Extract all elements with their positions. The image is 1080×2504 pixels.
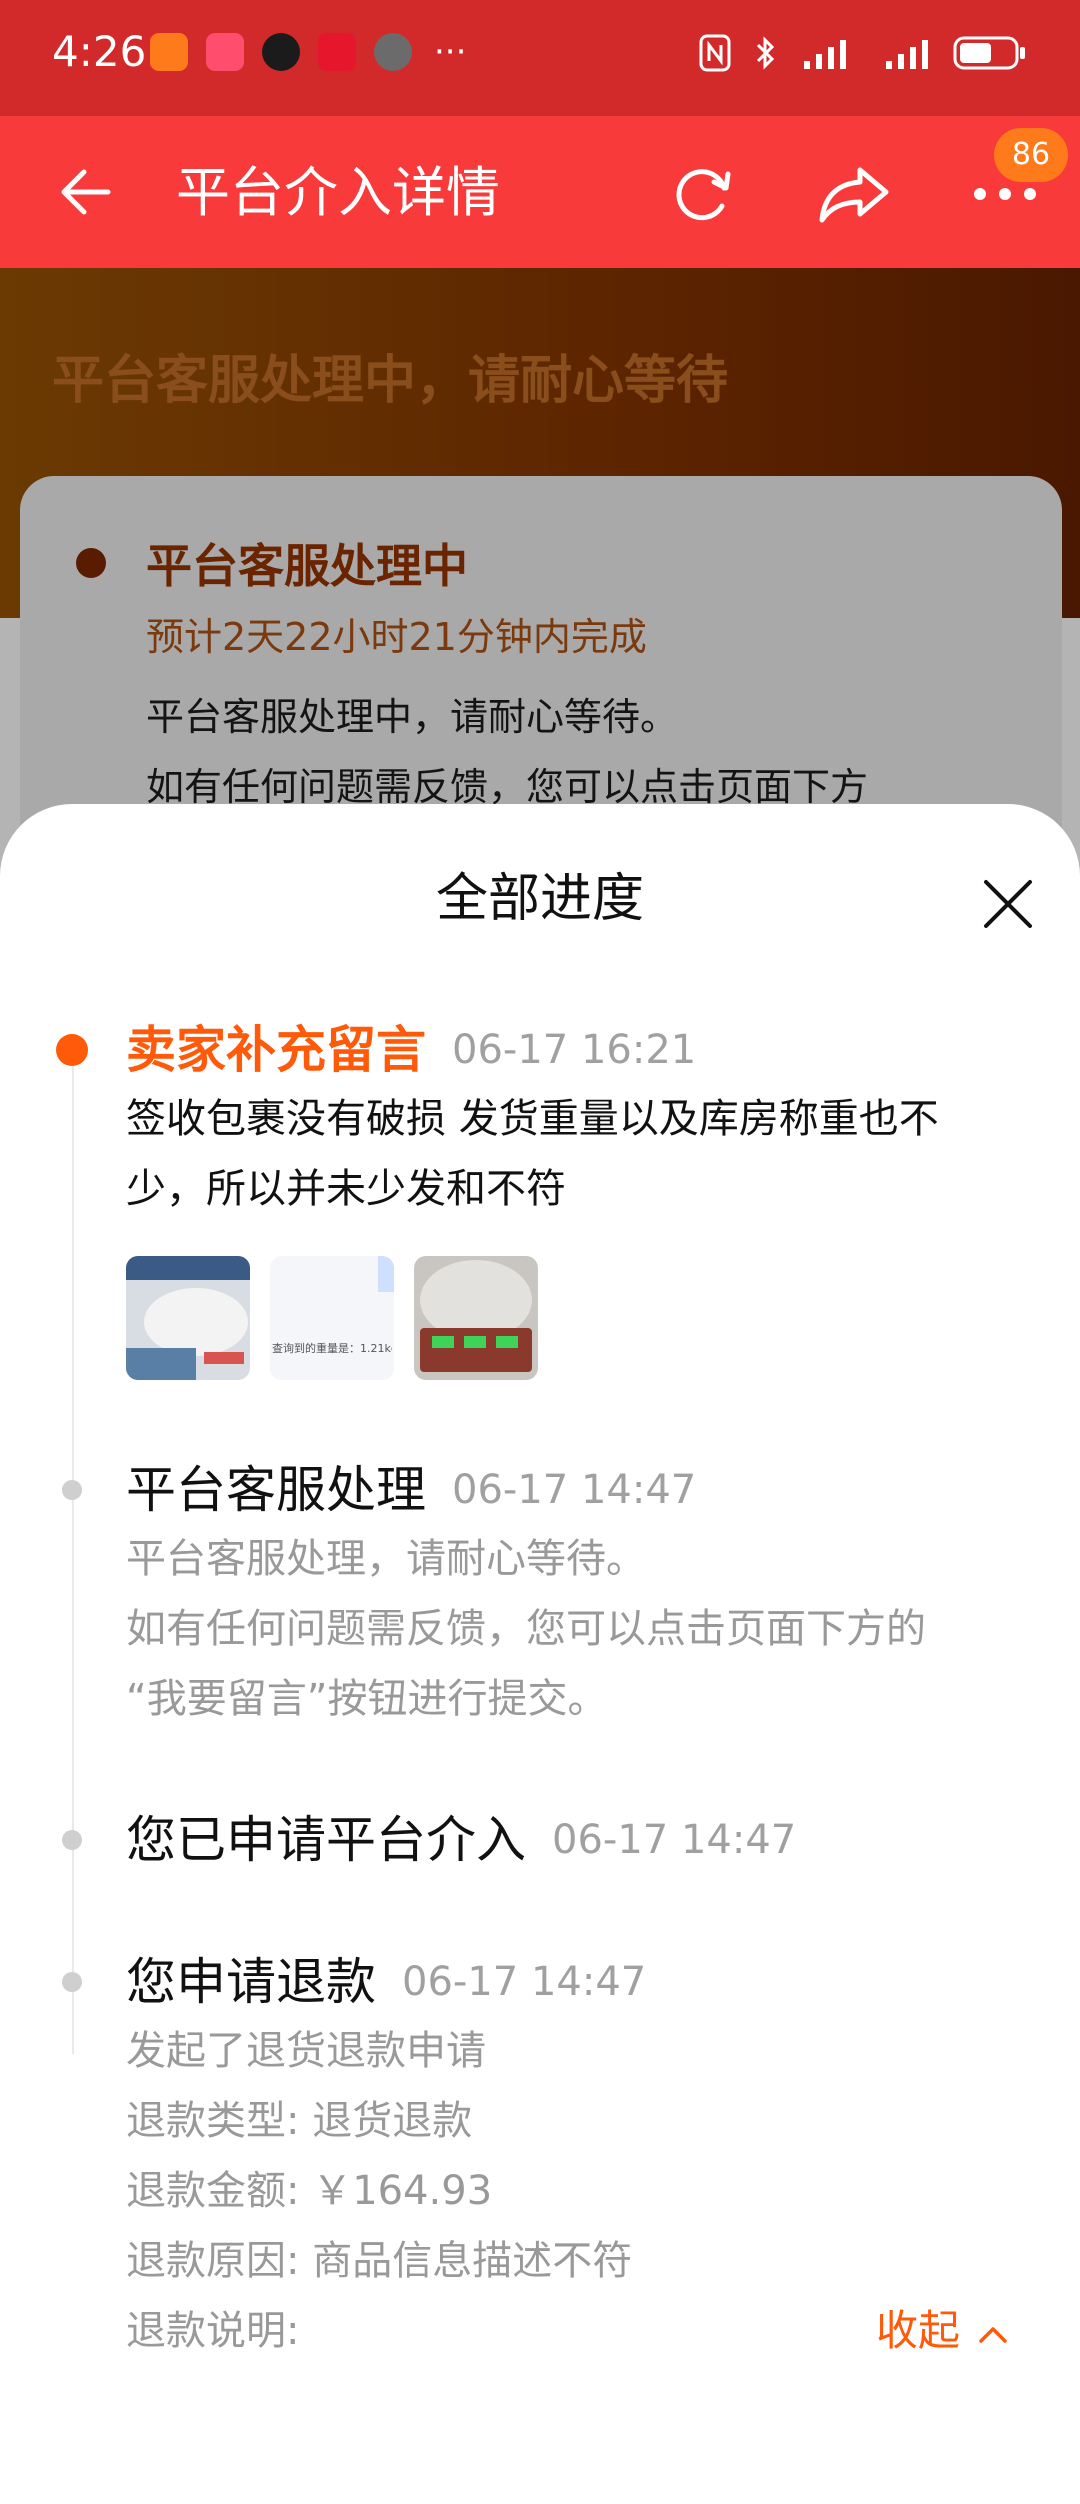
event-text: 如有任何问题需反馈，您可以点击页面下方的 [126, 1606, 926, 1652]
event-text: 少，所以并未少发和不符 [126, 1166, 566, 1212]
timeline-dot-active [56, 1034, 88, 1066]
event-time: 06-17 14:47 [552, 1817, 797, 1863]
misc-app-icon [374, 33, 412, 71]
event-text: 平台客服处理，请耐心等待。 [126, 1536, 646, 1582]
event-title: 您申请退款 [126, 1953, 376, 2011]
collapse-button[interactable]: 收起 [876, 2296, 1009, 2366]
notification-badge: 86 [994, 128, 1068, 182]
more-notifications-icon: ··· [434, 32, 467, 72]
progress-dot [76, 548, 106, 578]
status-time: 4:26 [52, 27, 147, 76]
nfc-icon [699, 34, 731, 72]
timeline-dot [62, 1480, 82, 1500]
event-title: 卖家补充留言 [126, 1021, 426, 1079]
status-heading: 平台客服处理中，请耐心等待 [52, 351, 729, 411]
progress-card-text: 平台客服处理中，请耐心等待。 [146, 695, 679, 739]
attachment-caption: 查询到的重量是：1.21kg [272, 1342, 392, 1355]
timeline-dot [62, 1830, 82, 1850]
event-text: 退款说明: [126, 2308, 300, 2354]
signal-icon-2 [886, 40, 928, 69]
back-button[interactable] [54, 162, 114, 222]
progress-card-text: 如有任何问题需反馈，您可以点击页面下方 [146, 765, 869, 809]
collapse-label: 收起 [876, 2306, 961, 2355]
progress-card-title: 平台客服处理中 [146, 539, 468, 593]
timeline-dot [62, 1972, 82, 1992]
battery-icon [953, 36, 1025, 70]
event-text: 签收包裹没有破损 发货重量以及库房称重也不 [126, 1096, 939, 1142]
system-icons [698, 28, 1028, 78]
signal-icon-1 [804, 40, 846, 69]
timeline-line [72, 1054, 74, 2054]
attachment-image[interactable]: 查询到的重量是：1.21kg [270, 1256, 394, 1380]
notification-icons: ··· [150, 32, 466, 72]
weibo-app-icon [318, 33, 356, 71]
event-time: 06-17 16:21 [452, 1027, 697, 1073]
status-bar: 4:26 ··· [0, 0, 1080, 116]
app-bar: 平台介入详情 [0, 116, 1080, 268]
sheet-title: 全部进度 [435, 869, 644, 929]
event-text: “我要留言”按钮进行提交。 [126, 1676, 608, 1722]
attachment-image[interactable] [414, 1256, 538, 1380]
attachment-thumbnails: 查询到的重量是：1.21kg [126, 1256, 546, 1380]
pinduoduo-app-icon [206, 33, 244, 71]
share-button[interactable] [816, 158, 892, 228]
page-title: 平台介入详情 [176, 161, 500, 224]
bluetooth-icon [756, 36, 775, 70]
attachment-image[interactable] [126, 1256, 250, 1380]
close-button[interactable] [980, 876, 1036, 932]
progress-bottom-sheet: 全部进度 卖家补充留言 06-17 16:21 签收包裹没有破损 发货重量以及库… [0, 804, 1080, 2504]
progress-card-eta: 预计2天22小时21分钟内完成 [146, 615, 647, 659]
event-title: 您已申请平台介入 [126, 1811, 526, 1869]
event-text: 退款类型: 退货退款 [126, 2098, 473, 2144]
event-time: 06-17 14:47 [402, 1959, 647, 2005]
qq-app-icon [262, 33, 300, 71]
taobao-app-icon [150, 33, 188, 71]
event-text: 退款原因: 商品信息描述不符 [126, 2238, 633, 2284]
event-text: 发起了退货退款申请 [126, 2028, 486, 2074]
chevron-up-icon [979, 2326, 1008, 2343]
event-time: 06-17 14:47 [452, 1467, 697, 1513]
refresh-button[interactable] [668, 158, 738, 228]
event-title: 平台客服处理 [126, 1461, 426, 1519]
event-text: 退款金额: ￥164.93 [126, 2168, 493, 2214]
